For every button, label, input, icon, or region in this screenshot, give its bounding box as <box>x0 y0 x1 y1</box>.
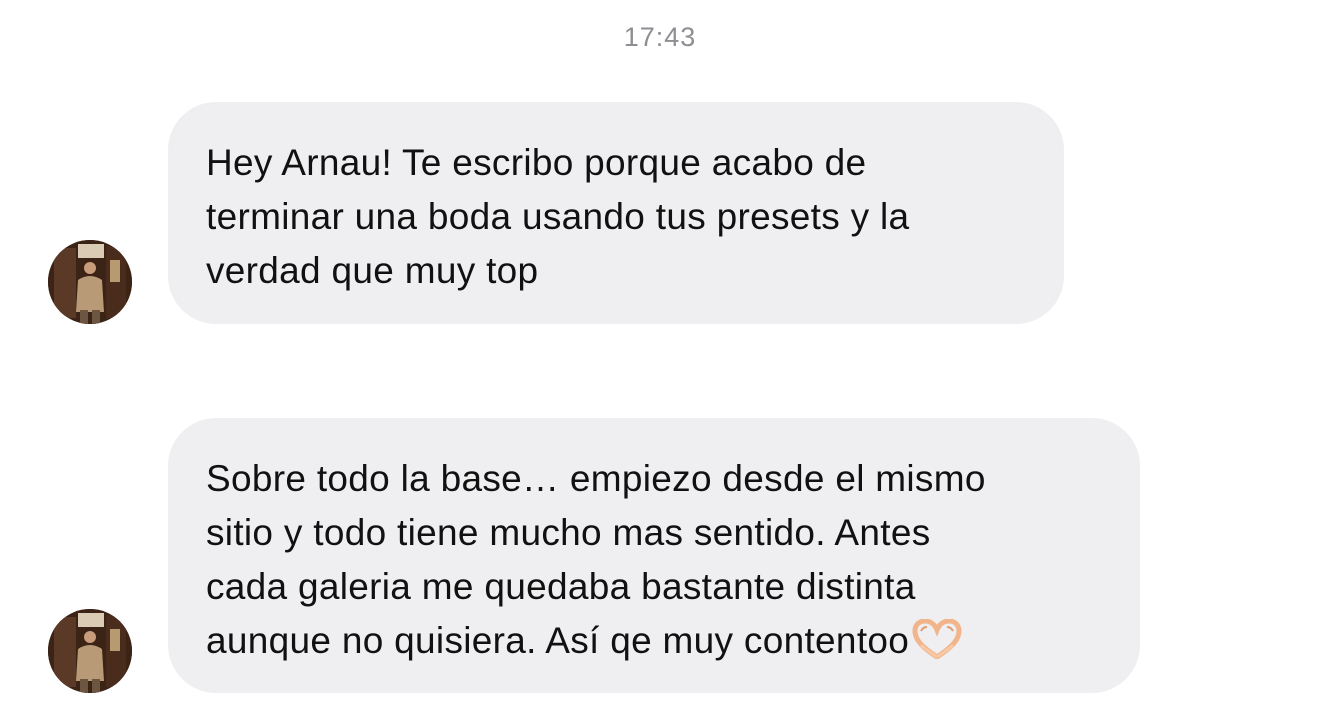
message-line: sitio y todo tiene mucho mas sentido. An… <box>206 512 931 553</box>
message-line-last: aunque no quisiera. Así qe muy contentoo <box>206 614 1100 674</box>
avatar-photo-icon <box>48 240 132 324</box>
heart-hands-emoji-icon <box>911 618 963 674</box>
message-bubble[interactable]: Sobre todo la base… empiezo desde el mis… <box>168 418 1140 693</box>
message-line: verdad que muy top <box>206 250 539 291</box>
message-line: cada galeria me quedaba bastante distint… <box>206 566 916 607</box>
message-timestamp: 17:43 <box>623 22 697 52</box>
contact-avatar[interactable] <box>48 240 132 324</box>
message-line: terminar una boda usando tus presets y l… <box>206 196 910 237</box>
message-line-text: aunque no quisiera. Así qe muy contentoo <box>206 620 910 661</box>
message-bubble[interactable]: Hey Arnau! Te escribo porque acabo de te… <box>168 102 1064 324</box>
avatar-photo-icon <box>48 609 132 693</box>
message-line: Hey Arnau! Te escribo porque acabo de <box>206 142 867 183</box>
contact-avatar[interactable] <box>48 609 132 693</box>
message-line: Sobre todo la base… empiezo desde el mis… <box>206 458 986 499</box>
